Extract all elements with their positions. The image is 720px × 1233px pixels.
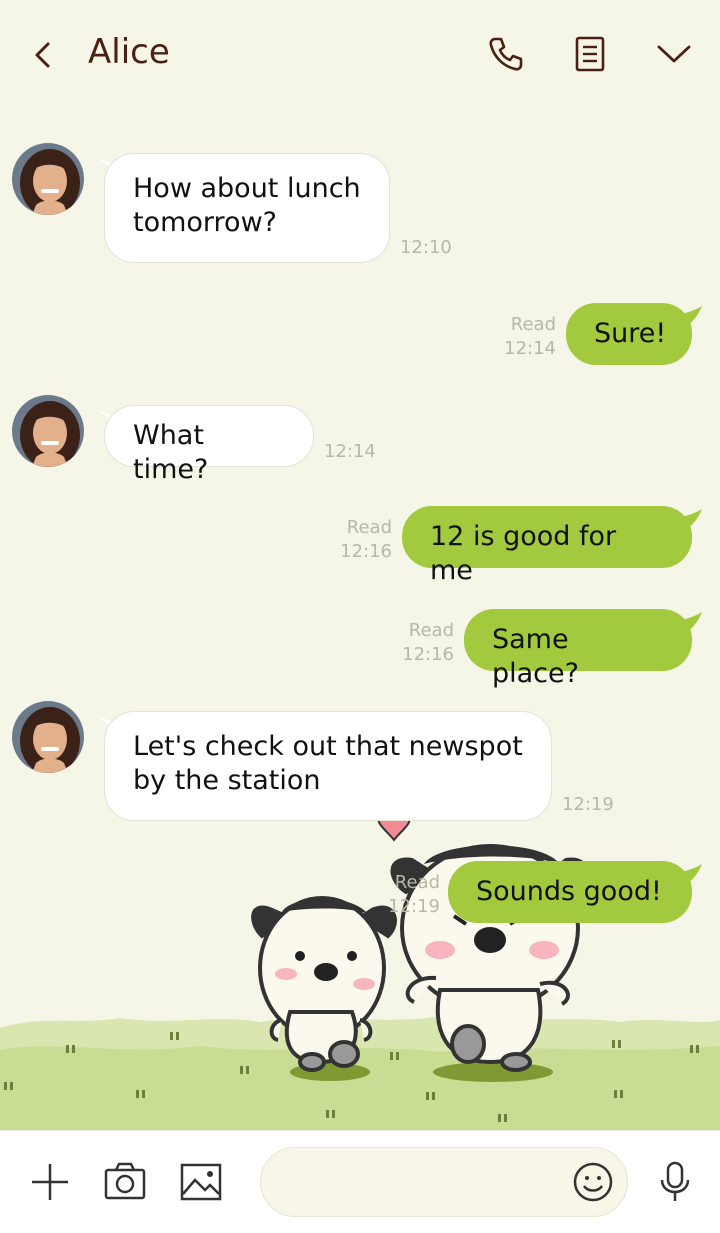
message-text-line: Let's check out that newspot	[133, 731, 523, 762]
read-receipt: Read	[394, 872, 440, 893]
message-text-line: tomorrow?	[133, 207, 277, 238]
message-text: Sure!	[594, 318, 667, 349]
notes-icon[interactable]	[570, 34, 610, 74]
message-time: 12:10	[400, 237, 452, 258]
message-text: What time?	[133, 420, 209, 485]
message-time: 12:14	[324, 441, 376, 462]
message-bubble-outgoing[interactable]: Sounds good!	[448, 861, 692, 923]
read-receipt: Read	[408, 620, 454, 641]
read-receipt: Read	[346, 517, 392, 538]
message-bubble-incoming[interactable]: What time?	[104, 405, 314, 485]
message-time: 12:16	[402, 644, 454, 665]
phone-icon[interactable]	[486, 34, 526, 74]
read-receipt: Read	[510, 314, 556, 335]
input-bar	[0, 1130, 720, 1233]
message-bubble-outgoing[interactable]: Same place?	[464, 609, 692, 689]
image-icon[interactable]	[179, 1160, 223, 1204]
message-bubble-incoming[interactable]: Let's check out that newspot by the stat…	[104, 711, 552, 821]
back-icon[interactable]	[26, 38, 60, 72]
avatar[interactable]	[12, 143, 84, 215]
microphone-icon[interactable]	[653, 1160, 697, 1204]
message-text: Sounds good!	[476, 876, 662, 907]
chat-header: Alice	[0, 0, 720, 108]
message-time: 12:14	[504, 338, 556, 359]
camera-icon[interactable]	[103, 1160, 147, 1204]
avatar[interactable]	[12, 395, 84, 467]
message-bubble-outgoing[interactable]: 12 is good for me	[402, 506, 692, 586]
message-list[interactable]: How about lunch tomorrow? 12:10 Read 12:…	[0, 108, 720, 1130]
message-time: 12:19	[388, 896, 440, 917]
plus-icon[interactable]	[28, 1160, 72, 1204]
avatar[interactable]	[12, 701, 84, 773]
message-time: 12:19	[562, 794, 614, 815]
message-text: Same place?	[492, 624, 579, 689]
chevron-down-icon[interactable]	[654, 34, 694, 74]
message-text: 12 is good for me	[430, 521, 617, 586]
emoji-icon[interactable]	[571, 1160, 615, 1204]
chat-title: Alice	[88, 32, 170, 72]
message-text-line: by the station	[133, 765, 321, 796]
message-text-line: How about lunch	[133, 173, 361, 204]
message-bubble-incoming[interactable]: How about lunch tomorrow?	[104, 153, 390, 263]
message-time: 12:16	[340, 541, 392, 562]
message-bubble-outgoing[interactable]: Sure!	[566, 303, 692, 365]
